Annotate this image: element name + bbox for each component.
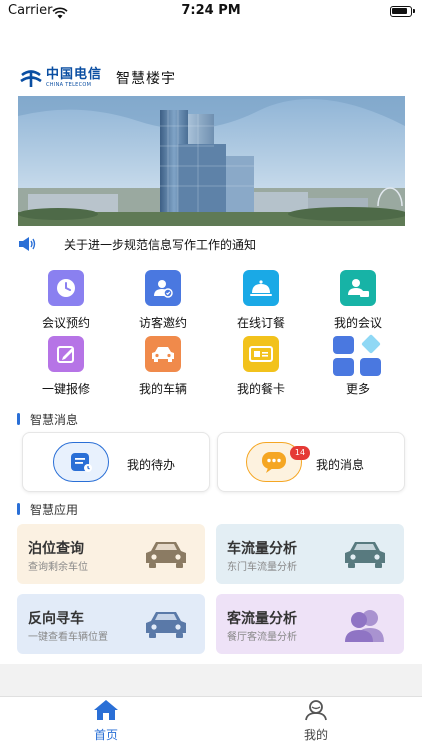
grid-item-visitor-invite[interactable]: 访客邀约 [115,270,211,334]
todo-card[interactable]: 我的待办 [22,432,210,492]
grid-item-my-meetings[interactable]: 我的会议 [310,270,406,334]
grid-item-online-order[interactable]: 在线订餐 [213,270,309,334]
people-icon [345,610,384,642]
page-title: 智慧楼宇 [116,71,177,87]
tab-home-label: 首页 [93,728,118,742]
banner-image[interactable] [18,96,405,226]
section-title-apps: 智慧应用 [17,501,78,517]
meal-card-icon [243,336,279,372]
todo-icon-wrap [53,442,109,482]
app-card-find-car[interactable]: 反向寻车 一键查看车辆位置 [17,594,205,654]
grid-item-my-vehicle[interactable]: 我的车辆 [115,336,211,400]
footer-spacer [0,664,422,696]
grid-label: 我的车辆 [138,382,187,396]
section-title-text: 智慧应用 [30,502,79,517]
app-card-subtitle: 一键查看车辆位置 [28,632,108,643]
app-card-title: 车流量分析 [227,541,297,557]
profile-icon [305,700,327,721]
telecom-logo-icon [20,70,42,87]
app-card-subtitle: 餐厅客流量分析 [227,632,297,643]
car-icon [345,542,385,568]
clock-icon [48,270,84,306]
car-icon [146,542,186,568]
grid-label: 更多 [345,382,370,396]
app-card-subtitle: 东门车流量分析 [227,562,297,573]
tab-bar: 首页 我的 [0,696,422,750]
grid-label: 会议预约 [41,316,90,330]
todo-label: 我的待办 [127,458,176,472]
messages-card[interactable]: 14 我的消息 [217,432,405,492]
grid-item-meeting-booking[interactable]: 会议预约 [18,270,114,334]
tab-mine[interactable]: 我的 [276,699,356,743]
todo-icon [71,453,92,472]
visitor-icon [145,270,181,306]
section-title-text: 智慧消息 [30,412,79,427]
app-card-passenger-analysis[interactable]: 客流量分析 餐厅客流量分析 [216,594,404,654]
section-title-messages: 智慧消息 [17,411,78,427]
grid-label: 访客邀约 [138,316,187,330]
section-indicator [17,413,20,425]
app-card-title: 客流量分析 [227,611,297,627]
edit-icon [48,336,84,372]
speaker-icon [19,237,36,251]
logo-en-text: CHINA TELECOM [46,82,92,88]
grid-item-meal-card[interactable]: 我的餐卡 [213,336,309,400]
app-card-subtitle: 查询剩余车位 [28,562,88,573]
meeting-person-icon [340,270,376,306]
grid-label: 一键报修 [41,382,90,396]
grid-label: 我的会议 [333,316,382,330]
logo-cn-text: 中国电信 [46,67,103,82]
tab-mine-label: 我的 [303,728,328,742]
grid-item-repair[interactable]: 一键报修 [18,336,114,400]
section-indicator [17,503,20,515]
app-card-title: 反向寻车 [28,611,84,627]
tab-home[interactable]: 首页 [66,699,146,743]
dish-cover-icon [243,270,279,306]
grid-label: 在线订餐 [236,316,285,330]
status-bar: Carrier 7:24 PM [0,0,422,24]
car-icon [145,336,181,372]
app-card-parking-query[interactable]: 泊位查询 查询剩余车位 [17,524,205,584]
unread-badge: 14 [290,446,310,460]
app-card-traffic-analysis[interactable]: 车流量分析 东门车流量分析 [216,524,404,584]
battery-icon [390,6,415,17]
notice-bar[interactable]: 关于进一步规范信息写作工作的通知 [18,234,408,254]
grid-label: 我的餐卡 [236,382,285,396]
notice-text: 关于进一步规范信息写作工作的通知 [64,237,257,252]
more-grid-icon [333,334,383,376]
app-header: 中国电信 CHINA TELECOM 智慧楼宇 [18,64,176,92]
china-telecom-logo: 中国电信 CHINA TELECOM [18,67,102,89]
grid-item-more[interactable]: 更多 [310,334,406,400]
home-icon [94,700,118,720]
clock-time: 7:24 PM [181,3,241,18]
messages-label: 我的消息 [316,458,365,472]
app-card-title: 泊位查询 [28,541,84,557]
chat-bubble-icon [262,452,286,473]
car-icon [146,612,186,638]
